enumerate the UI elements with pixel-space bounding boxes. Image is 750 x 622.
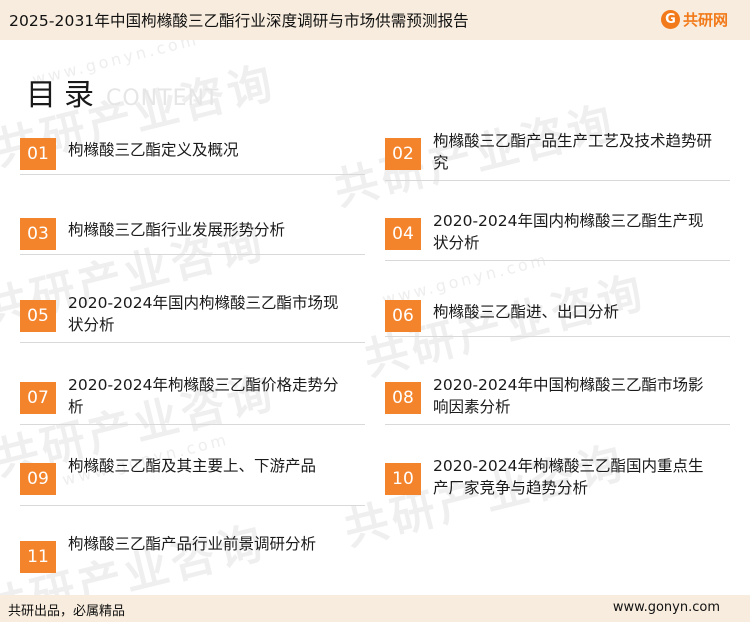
toc-number-badge: 11 bbox=[20, 541, 56, 573]
logo-icon: G bbox=[661, 10, 680, 29]
toc-subtitle: CONTENT bbox=[106, 86, 220, 111]
divider bbox=[20, 342, 365, 343]
toc-item-07[interactable]: 07 2020-2024年枸橼酸三乙酯价格走势分析 bbox=[20, 376, 365, 448]
toc-heading: 目录 CONTENT bbox=[26, 70, 219, 114]
toc-number-badge: 03 bbox=[20, 218, 56, 250]
divider bbox=[20, 424, 365, 425]
toc-item-label: 枸橼酸三乙酯及其主要上、下游产品 bbox=[68, 457, 317, 475]
divider bbox=[20, 505, 365, 506]
toc-item-label: 2020-2024年国内枸橼酸三乙酯生产现状分析 bbox=[433, 212, 704, 252]
toc-item-05[interactable]: 05 2020-2024年国内枸橼酸三乙酯市场现状分析 bbox=[20, 294, 365, 366]
toc-item-02[interactable]: 02 枸橼酸三乙酯产品生产工艺及技术趋势研究 bbox=[385, 132, 730, 204]
divider bbox=[385, 336, 730, 337]
toc-number-badge: 08 bbox=[385, 382, 421, 414]
divider bbox=[385, 260, 730, 261]
toc-item-08[interactable]: 08 2020-2024年中国枸橼酸三乙酯市场影响因素分析 bbox=[385, 376, 730, 448]
footer-slogan: 共研出品，必属精品 bbox=[8, 604, 126, 619]
toc-item-01[interactable]: 01 枸橼酸三乙酯定义及概况 bbox=[20, 134, 365, 204]
toc-item-09[interactable]: 09 枸橼酸三乙酯及其主要上、下游产品 bbox=[20, 457, 365, 529]
divider bbox=[20, 174, 365, 175]
toc-number-badge: 09 bbox=[20, 463, 56, 495]
toc-item-10[interactable]: 10 2020-2024年枸橼酸三乙酯国内重点生产厂家竞争与趋势分析 bbox=[385, 457, 730, 529]
divider bbox=[20, 254, 365, 255]
toc-item-label: 枸橼酸三乙酯产品行业前景调研分析 bbox=[68, 535, 317, 553]
toc-item-03[interactable]: 03 枸橼酸三乙酯行业发展形势分析 bbox=[20, 214, 365, 284]
toc-number-badge: 01 bbox=[20, 138, 56, 170]
footer-url[interactable]: www.gonyn.com bbox=[613, 600, 720, 615]
toc-item-06[interactable]: 06 枸橼酸三乙酯进、出口分析 bbox=[385, 296, 730, 366]
toc-item-label: 2020-2024年中国枸橼酸三乙酯市场影响因素分析 bbox=[433, 376, 704, 416]
divider bbox=[385, 424, 730, 425]
toc-item-label: 枸橼酸三乙酯进、出口分析 bbox=[433, 303, 620, 321]
toc-number-badge: 10 bbox=[385, 463, 421, 495]
report-title: 2025-2031年中国枸橼酸三乙酯行业深度调研与市场供需预测报告 bbox=[9, 12, 469, 30]
divider bbox=[385, 180, 730, 181]
toc-number-badge: 07 bbox=[20, 382, 56, 414]
toc-number-badge: 04 bbox=[385, 218, 421, 250]
toc-item-label: 枸橼酸三乙酯行业发展形势分析 bbox=[68, 221, 286, 239]
logo-text: 共研网 bbox=[683, 11, 729, 29]
toc-item-label: 2020-2024年枸橼酸三乙酯价格走势分析 bbox=[68, 376, 339, 416]
brand-logo[interactable]: G 共研网 bbox=[661, 9, 728, 30]
toc-item-label: 2020-2024年国内枸橼酸三乙酯市场现状分析 bbox=[68, 294, 339, 334]
toc-number-badge: 06 bbox=[385, 300, 421, 332]
toc-number-badge: 05 bbox=[20, 300, 56, 332]
toc-title: 目录 bbox=[26, 78, 102, 113]
toc-number-badge: 02 bbox=[385, 138, 421, 170]
toc-item-label: 枸橼酸三乙酯定义及概况 bbox=[68, 141, 239, 159]
page-header: 2025-2031年中国枸橼酸三乙酯行业深度调研与市场供需预测报告 G 共研网 bbox=[0, 0, 750, 40]
toc-item-label: 2020-2024年枸橼酸三乙酯国内重点生产厂家竞争与趋势分析 bbox=[433, 457, 704, 497]
page-footer: 共研出品，必属精品 www.gonyn.com bbox=[0, 595, 750, 622]
toc-item-04[interactable]: 04 2020-2024年国内枸橼酸三乙酯生产现状分析 bbox=[385, 212, 730, 284]
toc-item-label: 枸橼酸三乙酯产品生产工艺及技术趋势研究 bbox=[433, 132, 713, 172]
